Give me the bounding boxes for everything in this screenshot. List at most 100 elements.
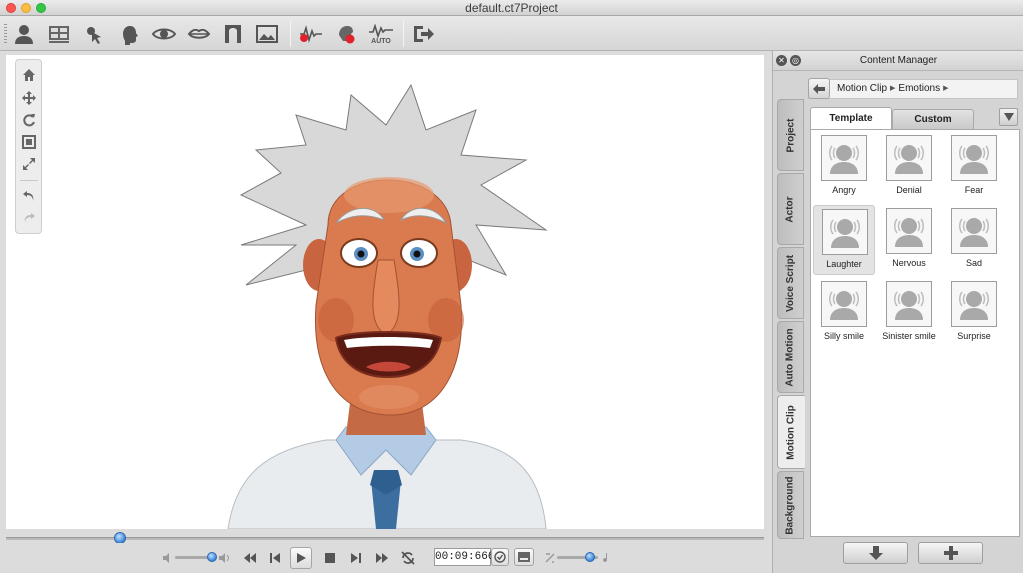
previous-frame-icon [270, 553, 280, 563]
content-manager-title: Content Manager [859, 55, 938, 66]
previous-frame-button[interactable] [265, 548, 285, 568]
motion-clip-label: Sinister smile [882, 331, 936, 341]
image-icon [256, 25, 278, 43]
motion-clip-thumbnail [951, 208, 997, 254]
motion-clip-item[interactable]: Laughter [813, 205, 875, 275]
breadcrumb-item[interactable]: Motion Clip [837, 83, 887, 94]
plus-icon [943, 546, 958, 560]
motion-clip-item[interactable]: Denial [878, 132, 940, 202]
head-silhouette-icon [830, 219, 860, 248]
head-silhouette-icon [959, 218, 989, 247]
head-button[interactable] [115, 20, 143, 48]
timeline-scrubber[interactable] [6, 532, 764, 544]
speed-slow-icon [545, 553, 555, 563]
fast-forward-button[interactable] [372, 548, 392, 568]
auto-motion-label: AUTO [371, 37, 391, 45]
speed-slider-thumb[interactable] [585, 552, 595, 562]
breadcrumb-back-button[interactable] [808, 78, 830, 99]
motion-clip-item[interactable]: Surprise [943, 278, 1005, 348]
side-tab-auto-motion[interactable]: Auto Motion [777, 321, 804, 393]
motion-clip-thumbnail [886, 208, 932, 254]
volume-max-button[interactable] [214, 548, 234, 568]
motion-clip-item[interactable]: Sinister smile [878, 278, 940, 348]
face-record-icon [339, 26, 355, 44]
back-arrow-icon [813, 83, 825, 94]
motion-clip-label: Nervous [892, 258, 926, 268]
rewind-icon [244, 553, 256, 563]
character-render [227, 83, 548, 529]
main-toolbar: AUTO [0, 16, 1023, 51]
subtitle-icon [518, 552, 530, 562]
image-button[interactable] [253, 20, 281, 48]
rewind-button[interactable] [240, 548, 260, 568]
motion-clip-label: Fear [964, 185, 984, 195]
face-frame-button[interactable] [219, 20, 247, 48]
export-button[interactable] [409, 20, 437, 48]
head-silhouette-icon [894, 218, 924, 247]
motion-clip-grid: Angry Denial Fear Laughter Nervous Sad Silly s… [810, 129, 1020, 537]
side-tab-label: Background [785, 475, 796, 535]
side-tab-label: Motion Clip [786, 404, 797, 460]
side-tab-voice-script[interactable]: Voice Script [777, 247, 804, 319]
motion-clip-thumbnail [951, 135, 997, 181]
motion-clip-label: Silly smile [823, 331, 864, 341]
motion-clip-item[interactable]: Silly smile [813, 278, 875, 348]
stop-button[interactable] [320, 548, 340, 568]
eye-button[interactable] [150, 20, 178, 48]
motion-clip-thumbnail [951, 281, 997, 327]
content-manager-panel: ✕ ◎ Content Manager Motion Clip ▶ Emotions… [772, 51, 1023, 573]
toolbar-grip [4, 24, 7, 44]
stop-icon [325, 553, 335, 563]
music-note-icon [603, 553, 608, 563]
motion-clip-item[interactable]: Angry [813, 132, 875, 202]
motion-clip-item[interactable]: Nervous [878, 205, 940, 275]
next-frame-button[interactable] [346, 548, 366, 568]
stage-viewport[interactable] [6, 55, 764, 529]
toolbar-separator [290, 21, 291, 47]
tab-template[interactable]: Template [810, 107, 892, 130]
motion-clip-item[interactable]: Sad [943, 205, 1005, 275]
add-button[interactable] [918, 542, 983, 564]
export-icon [414, 26, 434, 42]
breadcrumb-item[interactable]: Emotions [898, 83, 940, 94]
voice-record-icon [300, 25, 322, 43]
loop-toggle-button[interactable] [398, 548, 418, 568]
play-button[interactable] [290, 547, 312, 569]
triangle-down-icon [1003, 113, 1014, 121]
side-tab-label: Auto Motion [785, 327, 796, 387]
playback-bar: 00:09:666 [0, 543, 772, 573]
tab-custom[interactable]: Custom [892, 109, 974, 129]
time-settings-button[interactable] [491, 548, 509, 566]
head-silhouette-icon [894, 291, 924, 320]
pointer-button[interactable] [80, 20, 108, 48]
face-record-button[interactable] [333, 20, 361, 48]
pointer-icon [87, 27, 101, 44]
layout-icon [49, 26, 69, 43]
layout-button[interactable] [45, 20, 73, 48]
motion-clip-item[interactable]: Fear [943, 132, 1005, 202]
side-tab-actor[interactable]: Actor [777, 173, 804, 245]
face-frame-icon [225, 25, 241, 43]
motion-clip-thumbnail [886, 135, 932, 181]
subtitle-toggle-button[interactable] [514, 548, 534, 566]
toolbar-separator [403, 21, 404, 47]
lips-button[interactable] [185, 20, 213, 48]
side-tab-project[interactable]: Project [777, 99, 804, 171]
auto-motion-button[interactable]: AUTO [367, 20, 395, 48]
chevron-right-icon: ▶ [943, 85, 949, 92]
next-frame-icon [351, 553, 361, 563]
side-tab-background[interactable]: Background [777, 471, 804, 539]
side-tab-motion-clip[interactable]: Motion Clip [777, 395, 805, 469]
library-menu-button[interactable] [999, 108, 1018, 126]
head-silhouette-icon [959, 145, 989, 174]
speed-fast-button[interactable] [596, 548, 616, 568]
time-display[interactable]: 00:09:666 [434, 548, 494, 566]
download-button[interactable] [843, 542, 908, 564]
window-title: default.ct7Project [465, 1, 558, 15]
play-icon [297, 553, 306, 563]
motion-clip-thumbnail [822, 209, 868, 255]
actor-button[interactable] [10, 20, 38, 48]
voice-record-button[interactable] [297, 20, 325, 48]
volume-low-icon [163, 553, 169, 563]
chevron-right-icon: ▶ [890, 85, 896, 92]
